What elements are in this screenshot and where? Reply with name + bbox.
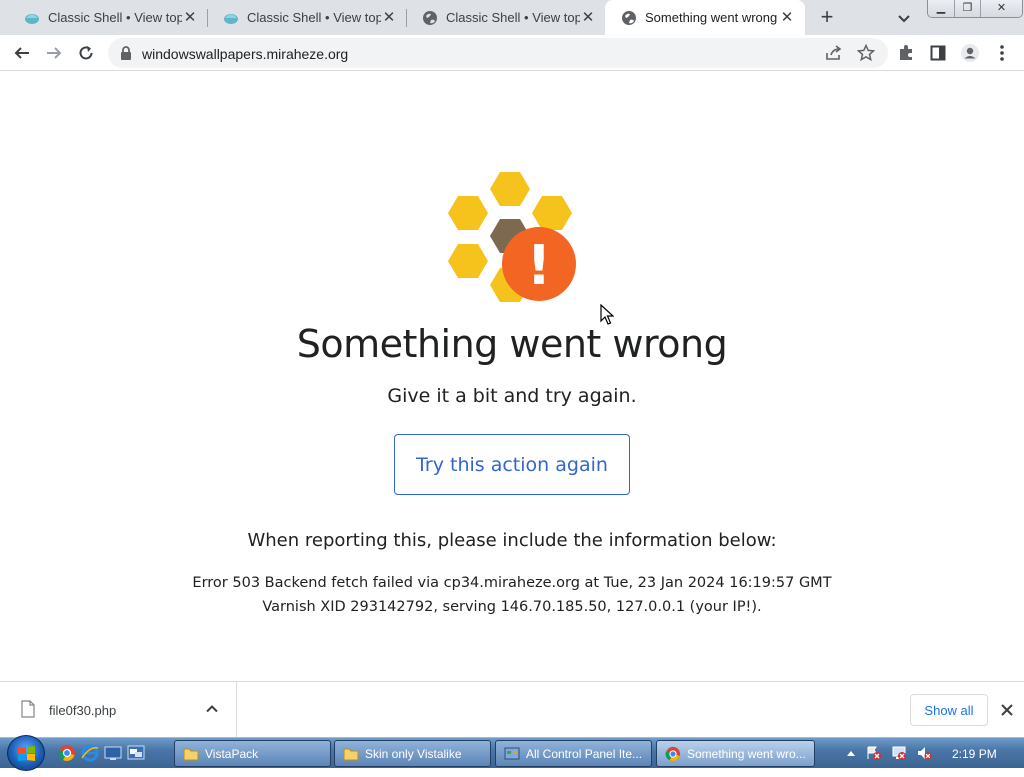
chrome-icon[interactable] [58,744,76,762]
page-content: ! Something went wrong Give it a bit and… [0,72,1024,681]
page-subtitle: Give it a bit and try again. [387,385,637,407]
taskbar-item-chrome[interactable]: Something went wro... [656,740,815,767]
close-icon[interactable]: ✕ [182,9,198,26]
tab-title: Classic Shell • View topic [48,10,182,25]
tray-expand-icon[interactable] [846,749,856,757]
folder-icon [183,748,199,760]
close-window-button[interactable]: ✕ [980,0,1022,17]
windows-taskbar: VistaPack Skin only Vistalike All Contro… [0,735,1024,771]
tab-classic-shell-1[interactable]: Classic Shell • View topic ✕ [8,0,208,35]
volume-muted-icon[interactable] [916,745,932,761]
close-icon[interactable]: ✕ [580,9,596,26]
download-shelf: file0f30.php Show all [0,681,1024,737]
tab-something-went-wrong[interactable]: Something went wrong ✕ [605,0,805,35]
internet-explorer-icon[interactable] [81,744,99,762]
taskbar-item-label: VistaPack [205,746,259,761]
hexagon-shape [448,196,488,230]
taskbar-item-label: Skin only Vistalike [365,746,462,761]
tab-strip: Classic Shell • View topic ✕ Classic She… [0,0,1024,35]
file-icon [21,700,35,718]
tab-title: Something went wrong [645,10,778,25]
forward-arrow-icon [47,47,62,59]
download-item[interactable]: file0f30.php [0,682,237,737]
chevron-down-icon[interactable] [894,8,914,28]
hexagon-shape [448,244,488,278]
kebab-menu-icon [1000,45,1004,61]
show-all-downloads-button[interactable]: Show all [910,694,988,726]
taskbar-clock[interactable]: 2:19 PM [952,747,997,761]
close-icon[interactable]: ✕ [779,9,795,26]
classic-shell-icon [25,13,39,24]
switch-windows-icon[interactable] [127,744,145,762]
network-icon[interactable] [891,745,907,761]
side-panel-button[interactable] [925,40,951,66]
error-details-line2: Varnish XID 293142792, serving 146.70.18… [262,599,762,615]
side-panel-icon [930,45,946,61]
lock-icon[interactable] [120,46,132,60]
download-filename: file0f30.php [49,703,117,718]
hexagon-shape [490,172,530,206]
puzzle-icon [900,45,912,60]
taskbar-item-vistapack[interactable]: VistaPack [174,740,331,767]
taskbar-item-label: Something went wro... [687,746,806,761]
forward-button[interactable] [41,40,67,66]
retry-button[interactable]: Try this action again [394,434,630,495]
taskbar-item-control-panel[interactable]: All Control Panel Ite... [495,740,652,767]
menu-button[interactable] [989,40,1015,66]
control-panel-icon [504,747,520,759]
report-instructions: When reporting this, please include the … [247,530,777,551]
page-title: Something went wrong [296,322,728,366]
windows-logo-icon [18,746,35,761]
new-tab-button[interactable]: + [815,6,839,30]
tab-classic-shell-3[interactable]: Classic Shell • View topic ✕ [406,0,606,35]
start-button[interactable] [7,735,45,771]
back-arrow-icon [14,47,29,59]
window-controls: ▁ ❐ ✕ [927,0,1023,18]
bookmark-star-icon[interactable] [857,44,875,62]
maximize-button[interactable]: ❐ [954,0,980,17]
address-bar[interactable]: windowswallpapers.miraheze.org [108,38,888,68]
close-icon[interactable] [998,701,1016,719]
address-url: windowswallpapers.miraheze.org [142,46,349,62]
action-center-icon[interactable] [866,745,882,761]
share-icon[interactable] [825,45,843,61]
reload-icon [79,46,93,60]
tab-title: Classic Shell • View topic [247,10,381,25]
reload-button[interactable] [73,40,99,66]
folder-icon [343,748,359,760]
taskbar-item-label: All Control Panel Ite... [526,746,643,761]
tab-title: Classic Shell • View topic [446,10,580,25]
profile-button[interactable] [957,40,983,66]
globe-icon [622,10,636,25]
taskbar-item-skin-only-vistalike[interactable]: Skin only Vistalike [334,740,491,767]
browser-toolbar: windowswallpapers.miraheze.org [0,35,1024,71]
error-details-line1: Error 503 Backend fetch failed via cp34.… [192,575,832,591]
back-button[interactable] [9,40,35,66]
hexagon-shape [532,196,572,230]
exclamation-mark: ! [527,234,552,297]
extensions-button[interactable] [893,40,919,66]
minimize-button[interactable]: ▁ [928,0,954,17]
mouse-cursor-icon [600,304,614,325]
classic-shell-icon [224,13,238,24]
globe-icon [423,10,437,25]
show-desktop-icon[interactable] [104,744,122,762]
profile-avatar-icon [961,44,979,62]
miraheze-error-logo: ! [448,172,576,302]
tab-classic-shell-2[interactable]: Classic Shell • View topic ✕ [207,0,407,35]
chevron-up-icon[interactable] [205,702,219,716]
close-icon[interactable]: ✕ [381,9,397,26]
chrome-icon [665,746,681,761]
